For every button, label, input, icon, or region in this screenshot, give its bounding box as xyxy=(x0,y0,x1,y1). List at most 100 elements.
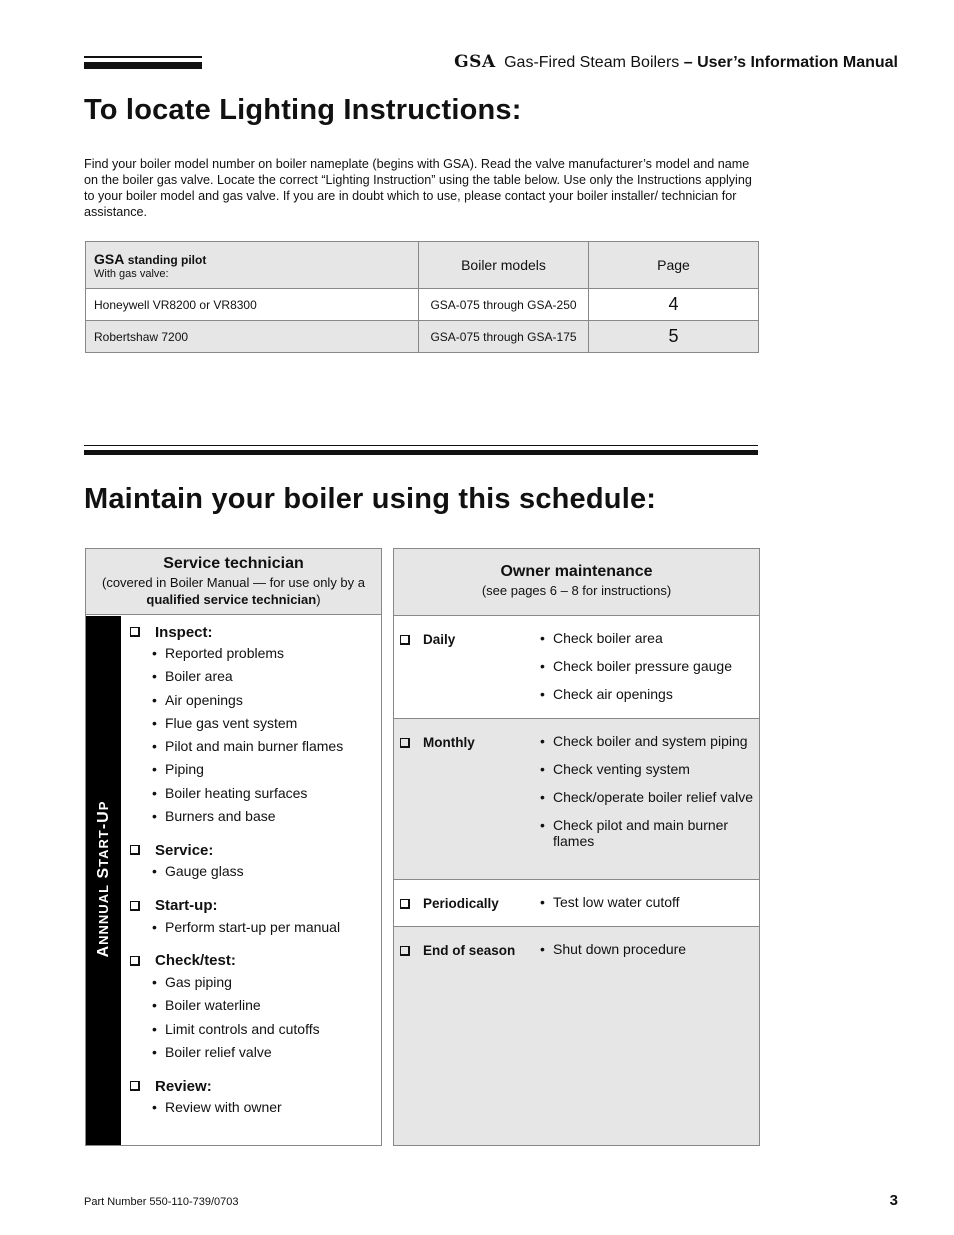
service-group-label: Start-up: xyxy=(155,897,218,915)
service-group-label: Check/test: xyxy=(155,952,236,970)
schedule-heading: Maintain your boiler using this schedule… xyxy=(84,483,657,515)
list-item: • Boiler relief valve xyxy=(122,1041,381,1064)
checkbox-icon[interactable] xyxy=(130,900,140,911)
checkbox-icon[interactable] xyxy=(130,845,140,856)
list-item-text: Check/operate boiler relief valve xyxy=(553,789,753,805)
list-item-text: Burners and base xyxy=(165,808,276,825)
list-item: • Review with owner xyxy=(122,1096,381,1119)
section-rule-thin xyxy=(84,445,758,446)
bullet-icon: • xyxy=(540,817,545,833)
owner-row-end-of-season: End of season • Shut down procedure xyxy=(394,927,759,1145)
bullet-icon: • xyxy=(152,918,157,935)
owner-frequency-label: Daily xyxy=(423,632,456,647)
valve-cell: Honeywell VR8200 or VR8300 xyxy=(85,288,419,321)
list-item: • Check boiler pressure gauge xyxy=(540,658,755,674)
bullet-icon: • xyxy=(540,894,545,910)
list-item-text: Gas piping xyxy=(165,973,232,990)
service-title: Service technician xyxy=(163,555,304,572)
list-item-text: Air openings xyxy=(165,691,243,708)
list-item: • Gauge glass xyxy=(122,860,381,883)
bullet-icon: • xyxy=(152,997,157,1014)
list-item-text: Check boiler pressure gauge xyxy=(553,658,732,674)
list-item-text: Check pilot and main burner flames xyxy=(553,817,729,849)
gas-valve-sublabel: With gas valve: xyxy=(94,267,169,280)
list-item: • Check venting system xyxy=(540,761,755,777)
bullet-icon: • xyxy=(540,733,545,749)
service-group: Start-up: • Perform start-up per manual xyxy=(122,896,381,939)
brand-label: GSA xyxy=(94,250,125,267)
list-item-text: Boiler waterline xyxy=(165,997,261,1014)
checkbox-icon[interactable] xyxy=(130,1081,140,1092)
list-item-text: Flue gas vent system xyxy=(165,714,298,731)
list-item: • Reported problems xyxy=(122,642,381,665)
list-item-text: Boiler relief valve xyxy=(165,1043,272,1060)
header-title-sep: – xyxy=(679,54,698,71)
list-item: • Piping xyxy=(122,758,381,781)
owner-row-monthly: Monthly • Check boiler and system piping • C… xyxy=(394,719,759,880)
checkbox-icon[interactable] xyxy=(400,737,410,748)
running-header: GSA Gas-Fired Steam Boilers – User’s Inf… xyxy=(454,52,898,72)
owner-items: • Check boiler area • Check boiler pressure… xyxy=(540,630,755,714)
bullet-icon: • xyxy=(152,863,157,880)
list-item-text: Reported problems xyxy=(165,645,285,661)
bullet-icon: • xyxy=(152,714,157,731)
list-item-text: Piping xyxy=(165,761,204,778)
list-item-text: Pilot and main burner flames xyxy=(165,738,344,755)
owner-frequency-label: Monthly xyxy=(423,735,475,750)
checkbox-icon[interactable] xyxy=(400,945,410,956)
bullet-icon: • xyxy=(152,973,157,990)
list-item: • Perform start-up per manual xyxy=(122,916,381,939)
list-item: • Boiler waterline xyxy=(122,994,381,1017)
list-item: • Boiler heating surfaces xyxy=(122,782,381,805)
header-title-bold: User’s Information Manual xyxy=(697,54,898,71)
models-cell: GSA-075 through GSA-175 xyxy=(418,320,589,353)
table-row: Robertshaw 7200 GSA-075 through GSA-175 … xyxy=(85,320,759,353)
service-header: Service technician (covered in Boiler Ma… xyxy=(86,549,381,615)
header-rule-thick xyxy=(84,62,202,69)
owner-sub: (see pages 6 – 8 for instructions) xyxy=(481,583,672,598)
owner-items: • Test low water cutoff xyxy=(540,894,755,922)
page-cell[interactable]: 5 xyxy=(588,320,759,353)
service-group-title: Start-up: xyxy=(122,896,381,916)
owner-row-label: Periodically xyxy=(400,896,499,911)
list-item-text: Check boiler and system piping xyxy=(553,733,748,749)
owner-frequency-label: End of season xyxy=(423,943,516,958)
service-group: Service: • Gauge glass xyxy=(122,840,381,883)
owner-row-label: Daily xyxy=(400,632,455,647)
lighting-table: GSA standing pilot With gas valve: Boile… xyxy=(85,241,759,353)
owner-task-list: Daily • Check boiler area • Check boiler pre… xyxy=(394,616,759,1145)
page-number: 3 xyxy=(889,1192,898,1209)
header-title-regular: Gas-Fired Steam Boilers xyxy=(504,54,680,71)
list-item: • Air openings xyxy=(122,689,381,712)
owner-items: • Shut down procedure xyxy=(540,941,755,969)
bullet-icon: • xyxy=(540,941,545,957)
part-number: Part Number 550-110-739/0703 xyxy=(84,1196,239,1208)
service-sub2-end: ) xyxy=(316,592,321,607)
valve-header: GSA standing pilot With gas valve: xyxy=(85,241,419,289)
owner-row-periodically: Periodically • Test low water cutoff xyxy=(394,880,759,927)
checkbox-icon[interactable] xyxy=(400,898,410,909)
page-cell[interactable]: 4 xyxy=(588,288,759,321)
table-header-row: GSA standing pilot With gas valve: Boile… xyxy=(85,241,759,289)
owner-maintenance-panel: Owner maintenance (see pages 6 – 8 for i… xyxy=(393,548,760,1146)
valve-cell: Robertshaw 7200 xyxy=(85,320,419,353)
checkbox-icon[interactable] xyxy=(400,634,410,645)
service-group-title: Check/test: xyxy=(122,951,381,971)
list-item: • Check air openings xyxy=(540,686,755,702)
bullet-icon: • xyxy=(540,658,545,674)
page-header: Page xyxy=(588,241,759,289)
bullet-icon: • xyxy=(152,668,157,685)
service-group-label: Review: xyxy=(155,1077,212,1095)
list-item: • Shut down procedure xyxy=(540,941,755,957)
header-rule-thin xyxy=(84,56,202,58)
list-item-text: Boiler area xyxy=(165,668,233,685)
service-sub2-bold: qualified service technician xyxy=(146,592,317,607)
owner-row-daily: Daily • Check boiler area • Check boiler pre… xyxy=(394,616,759,719)
bullet-icon: • xyxy=(152,691,157,708)
bullet-icon: • xyxy=(152,808,157,825)
service-sub1: (covered in Boiler Manual — for use only… xyxy=(101,575,365,590)
annual-startup-label: ANNNUAL START-UP xyxy=(94,800,112,958)
bullet-icon: • xyxy=(152,761,157,778)
checkbox-icon[interactable] xyxy=(130,627,140,637)
checkbox-icon[interactable] xyxy=(130,955,140,966)
